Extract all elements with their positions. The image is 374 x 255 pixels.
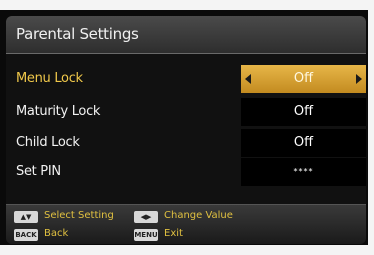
child-lock-label: Child Lock [16,135,80,150]
right-arrow-icon[interactable] [356,74,362,84]
hint-back-label: Back [44,228,69,239]
menu-lock-label: Menu Lock [16,71,83,86]
hint-change-value-label: Change Value [164,210,233,221]
menu-key-icon: MENU [134,229,158,241]
set-pin-value-field[interactable]: **** [241,158,366,186]
set-pin-label: Set PIN [16,164,61,179]
bottom-border [0,245,374,255]
set-pin-row[interactable]: Set PIN **** [6,157,366,187]
page-title: Parental Settings [16,25,139,43]
menu-lock-value: Off [293,71,314,86]
top-border [0,0,374,10]
maturity-lock-value-selector[interactable]: Off [241,98,366,126]
parental-settings-panel: Parental Settings Menu Lock Off Maturity… [6,16,366,244]
menu-lock-value-selector[interactable]: Off [241,65,366,93]
footer-hints: ▲▼ Select Setting ◀▶ Change Value BACK B… [6,204,366,244]
maturity-lock-label: Maturity Lock [16,104,101,119]
title-bar: Parental Settings [6,16,366,54]
child-lock-value: Off [293,135,314,150]
maturity-lock-row[interactable]: Maturity Lock Off [6,97,366,127]
maturity-lock-value: Off [293,104,314,119]
child-lock-row[interactable]: Child Lock Off [6,128,366,158]
tv-screen: Parental Settings Menu Lock Off Maturity… [0,0,374,255]
updown-arrows-icon: ▲▼ [14,211,38,223]
hint-exit-label: Exit [164,228,183,239]
set-pin-value: **** [293,167,314,176]
leftright-arrows-icon: ◀▶ [134,211,158,223]
menu-lock-row[interactable]: Menu Lock Off [6,64,366,94]
child-lock-value-selector[interactable]: Off [241,129,366,157]
back-key-icon: BACK [14,229,38,241]
right-border [368,0,374,255]
hint-select-setting-label: Select Setting [44,210,114,221]
